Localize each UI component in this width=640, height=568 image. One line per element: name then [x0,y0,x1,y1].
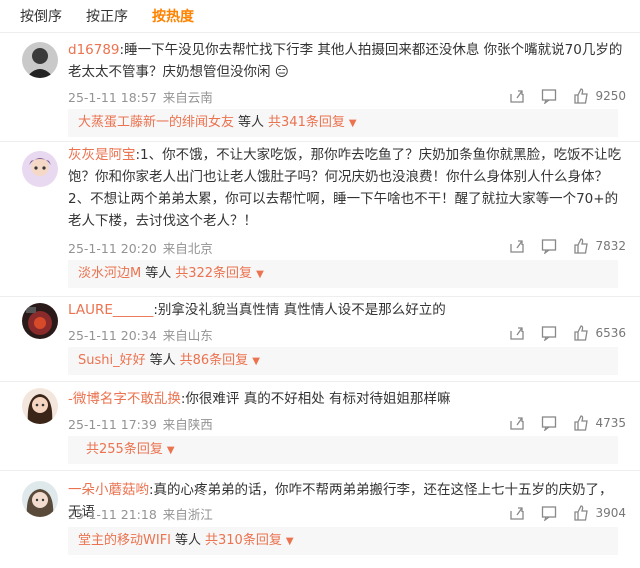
chevron-down-icon: ▼ [348,118,357,129]
sort-tab-desc[interactable]: 按倒序 [20,6,62,26]
like-icon [574,505,589,521]
share-icon[interactable] [509,325,525,341]
comment-icon[interactable] [541,238,557,254]
comment-username[interactable]: 灰灰是阿宝 [68,147,136,163]
like-count: 4735 [595,416,626,430]
reply-username[interactable]: 堂主的移动WIFI [78,533,171,548]
comment-icon[interactable] [541,415,557,431]
chevron-down-icon: ▼ [252,356,260,367]
like-button[interactable]: 9250 [573,88,626,104]
reply-summary[interactable]: 淡水河边M 等人 共322条回复 ▼ [68,260,618,288]
like-icon [574,325,589,341]
comment-time: 25-1-11 20:34 [68,328,157,343]
comment-time: 25-1-11 21:18 [68,507,157,522]
comment-location: 来自北京 [162,241,213,256]
reply-count[interactable]: 共322条回复 [175,266,252,281]
like-count: 9250 [595,89,626,103]
comment-item: -微博名字不敢乱换:你很难评 真的不好相处 有标对待姐姐那样嘛 25-1-11 … [0,381,640,470]
share-icon[interactable] [509,88,525,104]
reply-mid: 等人 [175,533,202,548]
sort-tab-hot[interactable]: 按热度 [152,6,194,26]
like-count: 6536 [595,326,626,340]
comment-actions: 3904 [509,505,626,521]
comment-icon[interactable] [541,88,557,104]
comment-time: 25-1-11 18:57 [68,90,157,105]
avatar[interactable] [22,388,58,424]
reply-summary[interactable]: 共255条回复 ▼ [68,436,618,464]
comment-meta: 25-1-11 20:34 来自山东 [68,325,219,344]
chevron-down-icon: ▼ [285,536,294,547]
comment-location: 来自山东 [162,328,213,343]
reply-username[interactable]: 淡水河边M [78,266,141,281]
like-count: 3904 [595,506,626,520]
chevron-down-icon: ▼ [166,445,175,456]
comment-text: d16789:睡一下午没见你去帮忙找下行李 其他人拍摄回来都还没休息 你张个嘴就… [68,39,626,83]
share-icon[interactable] [509,238,525,254]
comment-time: 25-1-11 17:39 [68,417,157,432]
comment-text: -微博名字不敢乱换:你很难评 真的不好相处 有标对待姐姐那样嘛 [68,388,626,410]
comment-icon[interactable] [541,505,557,521]
comment-body: :你很难评 真的不好相处 有标对待姐姐那样嘛 [180,391,451,407]
reply-mid: 等人 [238,115,265,130]
like-button[interactable]: 3904 [573,505,626,521]
share-icon[interactable] [509,505,525,521]
comment-time: 25-1-11 20:20 [68,241,157,256]
comment-meta: 25-1-11 17:39 来自陕西 [68,414,219,433]
reply-count[interactable]: 共86条回复 [180,353,249,368]
avatar[interactable] [22,151,58,187]
like-icon [574,415,589,431]
comment-meta: 25-1-11 21:18 来自浙江 [68,504,219,523]
reply-username[interactable]: Sushi_好好 [78,353,146,368]
sort-tab-asc[interactable]: 按正序 [86,6,128,26]
reply-count[interactable]: 共341条回复 [268,115,345,130]
like-icon [574,88,589,104]
reply-summary[interactable]: 大蒸蛋工藤新一的绯闻女友 等人 共341条回复 ▼ [68,109,618,137]
chevron-down-icon: ▼ [256,269,264,280]
comment-actions: 7832 [509,238,626,254]
reply-mid: 等人 [145,266,172,281]
comment-username[interactable]: -微博名字不敢乱换 [68,391,181,407]
reply-mid: 等人 [149,353,176,368]
comment-icon[interactable] [541,325,557,341]
like-count: 7832 [595,239,626,253]
like-button[interactable]: 4735 [573,415,626,431]
comment-location: 来自云南 [162,90,213,105]
like-button[interactable]: 6536 [573,325,626,341]
comment-body: :睡一下午没见你去帮忙找下行李 其他人拍摄回来都还没休息 你张个嘴就说70几岁的… [68,42,623,80]
like-button[interactable]: 7832 [573,238,626,254]
comment-text: LAURE______:别拿没礼貌当真性情 真性情人设不是那么好立的 [68,299,626,321]
avatar[interactable] [22,303,58,339]
reply-summary[interactable]: Sushi_好好 等人 共86条回复 ▼ [68,347,618,375]
comment-item: LAURE______:别拿没礼貌当真性情 真性情人设不是那么好立的 25-1-… [0,296,640,381]
share-icon[interactable] [509,415,525,431]
like-icon [574,238,589,254]
comment-body: :别拿没礼貌当真性情 真性情人设不是那么好立的 [153,302,446,318]
comment-actions: 4735 [509,415,626,431]
reply-summary[interactable]: 堂主的移动WIFI 等人 共310条回复 ▼ [68,527,618,555]
comment-meta: 25-1-11 18:57 来自云南 [68,87,219,106]
comment-username[interactable]: LAURE______ [68,302,153,318]
reply-username[interactable]: 大蒸蛋工藤新一的绯闻女友 [78,115,234,130]
avatar[interactable] [22,481,58,517]
avatar[interactable] [22,42,58,78]
reply-count[interactable]: 共310条回复 [205,533,282,548]
comment-text: 灰灰是阿宝:1、你不饿，不让大家吃饭，那你咋去吃鱼了？庆奶加条鱼你就黑脸，吃饭不… [68,144,626,232]
comment-item: 一朵小蘑菇哟:真的心疼弟弟的话，你咋不帮两弟弟搬行李，还在这怪上七十五岁的庆奶了… [0,470,640,567]
reply-count[interactable]: 共255条回复 [86,442,163,457]
comment-username[interactable]: d16789 [68,42,120,58]
comment-item: d16789:睡一下午没见你去帮忙找下行李 其他人拍摄回来都还没休息 你张个嘴就… [0,32,640,141]
comment-username[interactable]: 一朵小蘑菇哟 [68,482,149,498]
comment-meta: 25-1-11 20:20 来自北京 [68,238,219,257]
comment-actions: 9250 [509,88,626,104]
comment-location: 来自陕西 [162,417,213,432]
comment-body: :1、你不饿，不让大家吃饭，那你咋去吃鱼了？庆奶加条鱼你就黑脸，吃饭不让吃饱？你… [68,147,622,229]
comment-item: 灰灰是阿宝:1、你不饿，不让大家吃饭，那你咋去吃鱼了？庆奶加条鱼你就黑脸，吃饭不… [0,141,640,296]
comment-actions: 6536 [509,325,626,341]
sort-bar: 按倒序 按正序 按热度 [0,0,640,32]
comment-location: 来自浙江 [162,507,213,522]
emoji: 😑 [274,64,289,80]
